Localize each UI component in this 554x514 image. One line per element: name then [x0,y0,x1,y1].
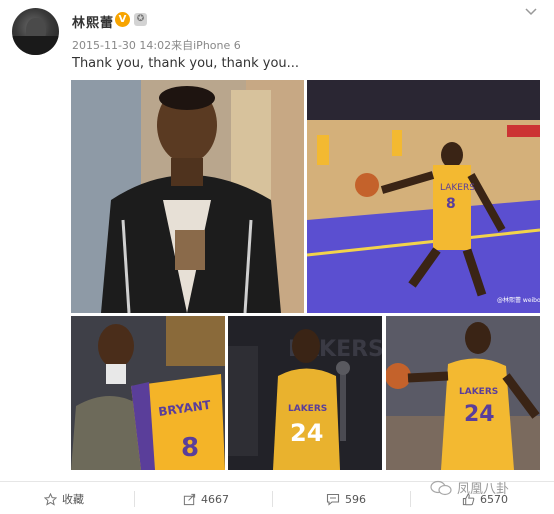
watermark-text: @林熙蕾 weibo.com/linxilei [497,296,540,304]
avatar[interactable] [12,8,59,55]
chevron-down-icon[interactable] [522,6,540,20]
photo-draft-jersey[interactable]: BRYANT 8 [71,316,225,470]
like-count: 6570 [480,492,508,506]
jersey-number-8-text: 8 [181,433,199,463]
comment-count: 596 [345,492,366,506]
verified-badge-icon: V [115,12,130,27]
post-text: Thank you, thank you, thank you... [72,56,300,71]
wechat-icon [430,480,452,495]
photo-lakers-dunk[interactable]: LAKERS 8 @林熙蕾 weibo.com/linxilei [307,80,540,313]
favorite-label: 收藏 [62,493,84,506]
forward-button[interactable]: 4667 [183,491,229,507]
action-separator [272,491,273,507]
jersey-number-24-dribble: 24 [464,402,495,427]
photo-24-trophy[interactable]: LAKERS LAKERS 24 [228,316,382,470]
weibo-post: 林熙蕾 V ✪ 2015-11-30 14:02来自iPhone 6 Thank… [0,0,554,514]
comment-button[interactable]: 596 [326,491,366,507]
photo-24-dribble[interactable]: LAKERS 24 [386,316,540,470]
forward-count: 4667 [201,492,229,506]
photo-young-kobe[interactable] [71,80,304,313]
thumbs-up-icon [462,493,475,505]
share-icon [183,493,196,505]
post-meta: 2015-11-30 14:02来自iPhone 6 [72,37,241,53]
star-icon [44,492,57,506]
action-separator [410,491,411,507]
action-separator [134,491,135,507]
username[interactable]: 林熙蕾 [72,12,114,31]
jersey-number-24-trophy: 24 [290,419,323,447]
team-text: LAKERS [440,183,475,193]
jersey-number-8-dunk: 8 [446,196,456,212]
medal-icon[interactable]: ✪ [134,13,147,26]
team-jersey-text-2: LAKERS [459,387,498,397]
post-timestamp[interactable]: 2015-11-30 14:02 [72,39,171,52]
comment-icon [326,493,340,506]
favorite-button[interactable]: 收藏 [44,491,84,507]
post-source: 来自iPhone 6 [171,39,241,52]
avatar-shade [12,36,59,55]
like-button[interactable]: 6570 [462,491,508,507]
team-jersey-text: LAKERS [288,404,327,414]
